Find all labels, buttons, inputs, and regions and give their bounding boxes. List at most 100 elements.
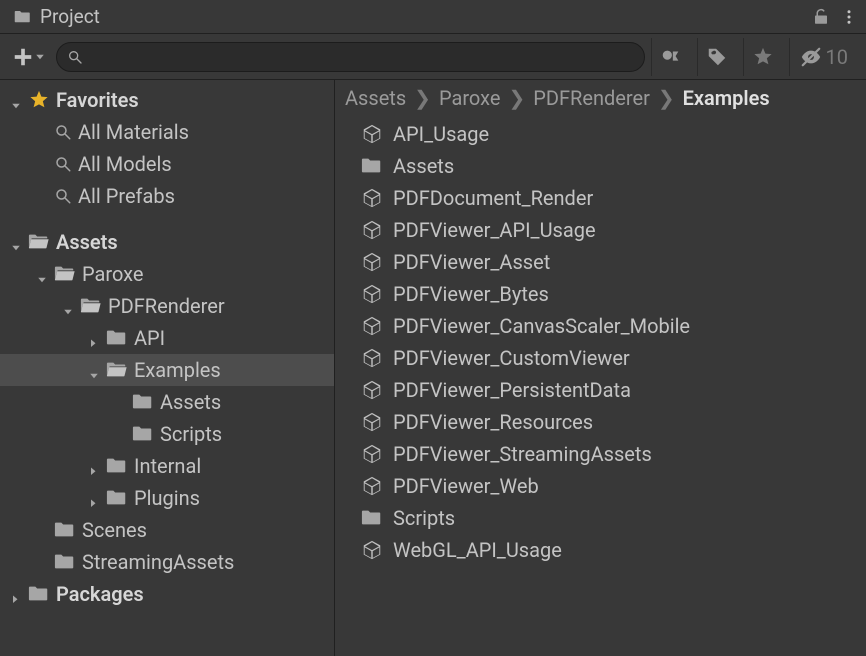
list-item-label: PDFViewer_CanvasScaler_Mobile xyxy=(393,314,690,338)
content-list: API_UsageAssets PDFDocument_Render PDFView… xyxy=(335,116,866,656)
unity-icon xyxy=(361,283,383,305)
list-item[interactable]: PDFViewer_Resources xyxy=(361,406,866,438)
folder-icon xyxy=(106,455,128,477)
list-item[interactable]: Scripts xyxy=(361,502,866,534)
folder-scenes[interactable]: Scenes xyxy=(0,514,334,546)
chevron-right-icon: ❯ xyxy=(504,86,529,110)
folder-label: Examples xyxy=(134,358,221,382)
unlock-icon[interactable] xyxy=(812,8,830,26)
folder-label: Scenes xyxy=(82,518,147,542)
folder-label: Assets xyxy=(160,390,221,414)
plus-icon xyxy=(12,46,34,68)
favorite-label: All Models xyxy=(78,152,172,176)
packages-root[interactable]: Packages xyxy=(0,578,334,610)
dropdown-icon xyxy=(34,48,46,66)
favorites-label: Favorites xyxy=(56,88,139,112)
folder-streamingassets[interactable]: StreamingAssets xyxy=(0,546,334,578)
folder-label: PDFRenderer xyxy=(108,294,225,318)
list-item-label: PDFViewer_API_Usage xyxy=(393,218,596,242)
folder-label: Scripts xyxy=(160,422,222,446)
unity-icon xyxy=(361,539,383,561)
folder-icon xyxy=(28,583,50,605)
list-item-label: PDFViewer_Asset xyxy=(393,250,550,274)
list-item[interactable]: PDFViewer_StreamingAssets xyxy=(361,438,866,470)
folder-icon xyxy=(14,8,32,26)
favorite-filter-button[interactable] xyxy=(743,38,783,76)
unity-icon xyxy=(361,347,383,369)
list-item[interactable]: PDFDocument_Render xyxy=(361,182,866,214)
project-tab[interactable]: Project xyxy=(8,0,110,33)
folder-paroxe[interactable]: Paroxe xyxy=(0,258,334,290)
list-item[interactable]: PDFViewer_Asset xyxy=(361,246,866,278)
toolbar: 10 xyxy=(0,34,866,80)
filter-by-label-button[interactable] xyxy=(697,38,737,76)
list-item[interactable]: API_Usage xyxy=(361,118,866,150)
breadcrumb-item[interactable]: Paroxe xyxy=(435,86,505,110)
list-item[interactable]: PDFViewer_API_Usage xyxy=(361,214,866,246)
chevron-right-icon: ❯ xyxy=(654,86,679,110)
unity-icon xyxy=(361,443,383,465)
list-item[interactable]: PDFViewer_CustomViewer xyxy=(361,342,866,374)
create-button[interactable] xyxy=(8,42,50,72)
unity-icon xyxy=(361,475,383,497)
folder-icon xyxy=(54,519,76,541)
chevron-right-icon: ❯ xyxy=(410,86,435,110)
folder-tree: Favorites All Materials All Models All P… xyxy=(0,80,335,656)
favorite-all-models[interactable]: All Models xyxy=(0,148,334,180)
folder-internal[interactable]: Internal xyxy=(0,450,334,482)
unity-icon xyxy=(361,219,383,241)
breadcrumb-item-current[interactable]: Examples xyxy=(679,86,774,110)
folder-open-icon xyxy=(54,263,76,285)
search-icon xyxy=(54,155,72,173)
breadcrumb-item[interactable]: PDFRenderer xyxy=(529,86,654,110)
folder-icon xyxy=(106,487,128,509)
breadcrumb-item[interactable]: Assets xyxy=(341,86,410,110)
list-item-label: PDFViewer_CustomViewer xyxy=(393,346,630,370)
hidden-count-button[interactable]: 10 xyxy=(789,38,858,76)
list-item[interactable]: PDFViewer_Web xyxy=(361,470,866,502)
list-item-label: PDFViewer_Resources xyxy=(393,410,593,434)
list-item[interactable]: PDFViewer_PersistentData xyxy=(361,374,866,406)
favorite-all-prefabs[interactable]: All Prefabs xyxy=(0,180,334,212)
list-item[interactable]: PDFViewer_CanvasScaler_Mobile xyxy=(361,310,866,342)
shapes-icon xyxy=(660,46,682,68)
folder-examples-scripts[interactable]: Scripts xyxy=(0,418,334,450)
folder-api[interactable]: API xyxy=(0,322,334,354)
hidden-count-label: 10 xyxy=(826,45,848,69)
project-tab-label: Project xyxy=(40,5,100,28)
more-icon[interactable] xyxy=(840,8,858,26)
star-icon xyxy=(28,89,50,111)
list-item-label: PDFViewer_Bytes xyxy=(393,282,549,306)
folder-open-icon xyxy=(28,231,50,253)
folder-examples[interactable]: Examples xyxy=(0,354,334,386)
list-item-label: WebGL_API_Usage xyxy=(393,538,562,562)
assets-root[interactable]: Assets xyxy=(0,226,334,258)
list-item-label: PDFDocument_Render xyxy=(393,186,593,210)
folder-icon xyxy=(132,423,154,445)
unity-icon xyxy=(361,187,383,209)
folder-label: Internal xyxy=(134,454,201,478)
unity-icon xyxy=(361,123,383,145)
list-item-label: PDFViewer_PersistentData xyxy=(393,378,631,402)
favorite-all-materials[interactable]: All Materials xyxy=(0,116,334,148)
folder-plugins[interactable]: Plugins xyxy=(0,482,334,514)
list-item-label: PDFViewer_Web xyxy=(393,474,539,498)
assets-label: Assets xyxy=(56,230,118,254)
filter-by-type-button[interactable] xyxy=(651,38,691,76)
favorite-label: All Materials xyxy=(78,120,189,144)
content-panel: Assets ❯ Paroxe ❯ PDFRenderer ❯ Examples… xyxy=(335,80,866,656)
tag-icon xyxy=(706,46,728,68)
folder-label: Paroxe xyxy=(82,262,144,286)
list-item[interactable]: WebGL_API_Usage xyxy=(361,534,866,566)
search-field[interactable] xyxy=(56,42,645,72)
list-item-label: PDFViewer_StreamingAssets xyxy=(393,442,652,466)
favorites-header[interactable]: Favorites xyxy=(0,84,334,116)
list-item[interactable]: Assets xyxy=(361,150,866,182)
list-item[interactable]: PDFViewer_Bytes xyxy=(361,278,866,310)
folder-examples-assets[interactable]: Assets xyxy=(0,386,334,418)
folder-label: API xyxy=(134,326,165,350)
search-icon xyxy=(54,123,72,141)
search-input[interactable] xyxy=(89,48,634,66)
folder-icon xyxy=(361,507,383,529)
folder-pdfrenderer[interactable]: PDFRenderer xyxy=(0,290,334,322)
